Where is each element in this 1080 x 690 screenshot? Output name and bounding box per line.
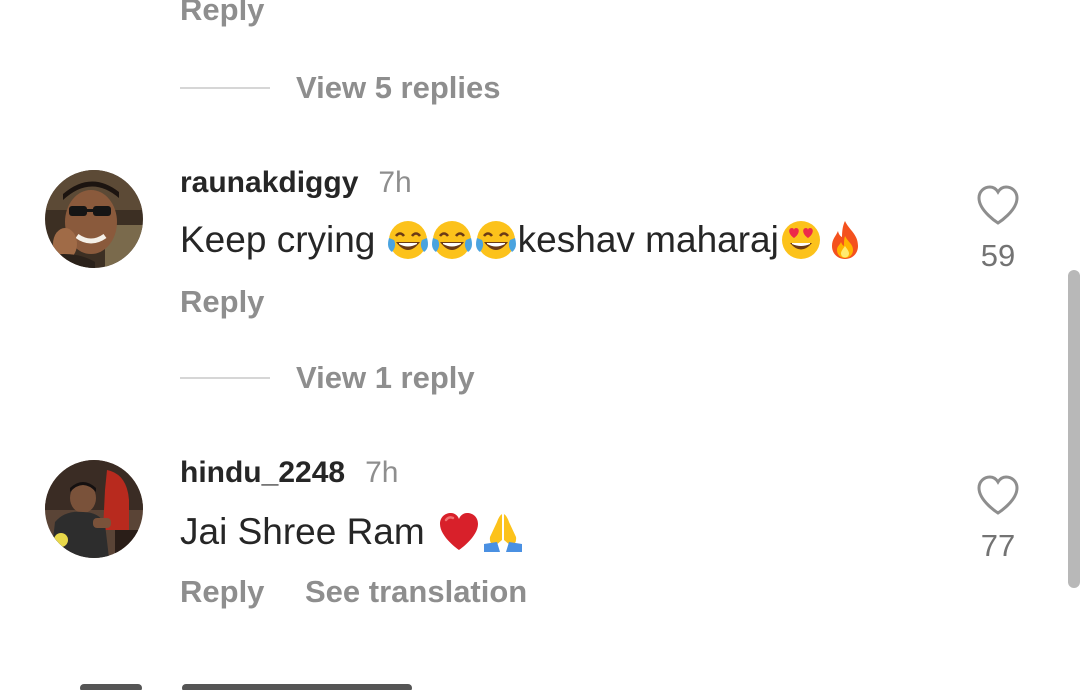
next-comment-partial: [80, 676, 412, 690]
scrollbar[interactable]: [1068, 270, 1080, 588]
like-block: 59: [970, 184, 1026, 274]
comment-text-part: Keep crying: [180, 219, 386, 260]
folded-hands-emoji: [481, 510, 525, 554]
like-block: 77: [970, 474, 1026, 564]
fire-emoji: [823, 218, 867, 262]
reply-button[interactable]: Reply: [180, 576, 264, 607]
heart-outline-icon[interactable]: [975, 184, 1021, 226]
reply-button[interactable]: Reply: [180, 286, 264, 317]
replies-divider-line: [180, 87, 270, 89]
view-replies-button[interactable]: View 5 replies: [296, 70, 501, 106]
see-translation-button[interactable]: See translation: [305, 576, 527, 607]
view-replies-button[interactable]: View 1 reply: [296, 360, 475, 396]
face-with-tears-of-joy-emoji: [430, 218, 474, 262]
comment-text-part: keshav maharaj: [517, 219, 779, 260]
smiling-face-with-heart-eyes-emoji: [779, 218, 823, 262]
avatar[interactable]: [45, 170, 143, 268]
like-count: 59: [980, 238, 1016, 273]
reply-button[interactable]: Reply: [180, 0, 264, 25]
comment-header: raunakdiggy 7h: [180, 166, 412, 200]
view-replies-row[interactable]: View 1 reply: [180, 358, 475, 398]
replies-divider-line: [180, 377, 270, 379]
view-replies-row[interactable]: View 5 replies: [180, 68, 501, 108]
comment-text-part: Jai Shree Ram: [180, 511, 425, 552]
comment-text: Jai Shree Ram: [180, 510, 525, 554]
username[interactable]: hindu_2248: [180, 456, 345, 490]
red-heart-emoji: [437, 510, 481, 554]
username[interactable]: raunakdiggy: [180, 166, 358, 200]
timestamp: 7h: [378, 166, 412, 199]
avatar[interactable]: [45, 460, 143, 558]
like-count: 77: [980, 528, 1016, 563]
face-with-tears-of-joy-emoji: [474, 218, 518, 262]
comment-text: Keep crying keshav maharaj: [180, 218, 867, 262]
face-with-tears-of-joy-emoji: [386, 218, 430, 262]
heart-outline-icon[interactable]: [975, 474, 1021, 516]
comment-header: hindu_2248 7h: [180, 456, 398, 490]
timestamp: 7h: [365, 456, 399, 489]
comments-screen: Reply View 5 replies raunakdiggy 7h Keep…: [0, 0, 1080, 690]
